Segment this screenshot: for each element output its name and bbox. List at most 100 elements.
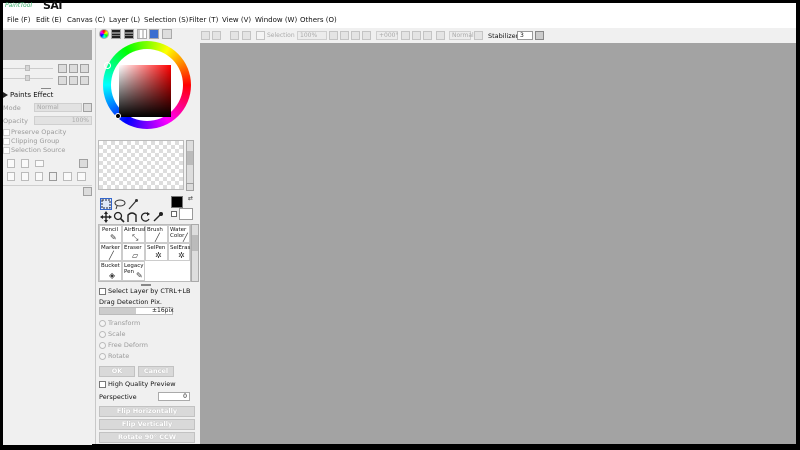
rotate-radio[interactable] [99,353,106,360]
zoom-dropdown-button[interactable] [329,31,338,40]
clipping-group-checkbox[interactable] [3,138,10,145]
scratch-swatch-area[interactable] [98,140,184,190]
ok-button[interactable]: OK [99,366,135,377]
brush-bucket[interactable]: Bucket ◈ [99,261,122,281]
mode-select[interactable]: Normal [34,103,82,112]
new-linework-layer-icon[interactable] [21,159,29,168]
preserve-opacity-checkbox[interactable] [3,129,10,136]
swatch-scrollbar[interactable] [186,140,194,188]
menu-selection[interactable]: Selection (S) [144,16,188,24]
perspective-field[interactable]: 0 [158,392,190,401]
navigator-preview[interactable] [3,30,92,60]
sv-handle[interactable] [115,113,121,119]
zoom-in-button[interactable] [69,64,78,73]
flip-horizontally-button[interactable]: Flip Horizontally [99,406,195,417]
canvas-area[interactable] [200,43,796,444]
menu-canvas[interactable]: Canvas (C) [67,16,105,24]
eyedropper-icon[interactable] [152,211,164,223]
scale-radio[interactable] [99,331,106,338]
paints-effect-header[interactable]: Paints Effect [10,91,53,99]
color-palette-tab-icon[interactable] [137,29,147,39]
brush-brush[interactable]: Brush ╱ [145,225,168,243]
rotate-right-button[interactable] [69,76,78,85]
hand-icon[interactable] [126,211,138,223]
transfer-down-icon[interactable] [7,172,15,181]
opacity-field[interactable]: 100% [34,116,92,125]
menu-view[interactable]: View (V) [222,16,251,24]
panel-splitter[interactable] [141,284,151,286]
brush-grid-scrollbar[interactable] [191,224,199,282]
clear-layer-icon[interactable] [35,172,43,181]
lasso-icon[interactable] [114,198,126,210]
free-deform-radio[interactable] [99,342,106,349]
brush-marker[interactable]: Marker ╱ [99,243,122,261]
rotate-right-toolbar-button[interactable] [412,31,421,40]
menu-filter[interactable]: Filter (T) [189,16,218,24]
cancel-button[interactable]: Cancel [138,366,174,377]
rotate-reset-toolbar-button[interactable] [423,31,432,40]
move-icon[interactable] [100,211,112,223]
stabilizer-field[interactable]: 3 [517,31,533,40]
brush-eraser[interactable]: Eraser ▱ [122,243,145,261]
zoom-in-toolbar-button[interactable] [351,31,360,40]
swatch-scroll-down[interactable] [186,183,194,191]
select-layer-ctrl-checkbox[interactable] [99,288,106,295]
brush-legacy-pen[interactable]: Legacy Pen ✎ [122,261,145,281]
navigator-sliders[interactable] [3,64,55,88]
layer-list[interactable] [3,185,92,445]
blend-mode-select[interactable]: Normal [449,31,474,40]
brush-selpen[interactable]: SelPen ✲ [145,243,168,261]
color-wheel-tab-icon[interactable] [99,29,109,39]
menu-file[interactable]: File (F) [7,16,30,24]
hsv-slider-tab-icon[interactable] [124,29,134,39]
menu-layer[interactable]: Layer (L) [109,16,140,24]
swap-colors-icon[interactable]: ⇄ [188,196,194,202]
zoom-reset-button[interactable] [80,64,89,73]
mode-dropdown-button[interactable] [83,103,92,112]
delete-layer-icon[interactable] [49,172,57,181]
rgb-slider-tab-icon[interactable] [111,29,121,39]
selection-checkbox[interactable] [256,31,265,40]
layer-list-scroll-button[interactable] [83,187,92,196]
magic-wand-icon[interactable] [127,198,139,210]
rect-select-icon[interactable] [100,198,112,210]
menu-window[interactable]: Window (W) [255,16,297,24]
hide-selection-button[interactable] [242,31,251,40]
zoom-out-toolbar-button[interactable] [340,31,349,40]
duplicate-layer-icon[interactable] [63,172,72,181]
layer-panel-option-button[interactable] [79,159,88,168]
flip-view-button[interactable] [436,31,445,40]
flip-vertically-button[interactable]: Flip Vertically [99,419,195,430]
expand-arrow-icon[interactable] [3,92,9,98]
brush-watercolor[interactable]: Water Color ╱ [168,225,190,243]
show-selection-button[interactable] [230,31,239,40]
zoom-out-button[interactable] [58,64,67,73]
rotate-ccw-button[interactable]: Rotate 90° CCW [99,432,195,443]
zoom-reset-toolbar-button[interactable] [362,31,371,40]
saturation-value-square[interactable] [115,65,171,119]
drag-detection-slider[interactable]: ±16pix [99,307,174,315]
menu-others[interactable]: Others (O) [300,16,337,24]
user-swatch-tab-icon[interactable] [149,29,159,39]
zoom-icon[interactable] [113,211,125,223]
zoom-field[interactable]: 100% [297,31,327,40]
rotate-left-toolbar-button[interactable] [401,31,410,40]
rotate-reset-button[interactable] [80,76,89,85]
layer-properties-icon[interactable] [77,172,86,181]
selection-source-checkbox[interactable] [3,147,10,154]
transparent-color-icon[interactable] [171,211,177,217]
hue-handle[interactable] [104,62,111,69]
merge-down-icon[interactable] [21,172,29,181]
rotate-icon[interactable] [139,211,151,223]
primary-color-swatch[interactable] [171,196,183,208]
scratch-pad-tab-icon[interactable] [162,29,172,39]
new-layer-icon[interactable] [7,159,15,168]
angle-field[interactable]: +000° [376,31,398,40]
secondary-color-swatch[interactable] [179,208,193,220]
brush-airbrush[interactable]: AirBrush ⤡ [122,225,147,243]
rotate-left-button[interactable] [58,76,67,85]
high-quality-preview-checkbox[interactable] [99,381,106,388]
new-folder-icon[interactable] [35,160,44,167]
blend-mode-dropdown-button[interactable] [474,31,483,40]
brush-pencil[interactable]: Pencil ✎ [99,225,122,243]
